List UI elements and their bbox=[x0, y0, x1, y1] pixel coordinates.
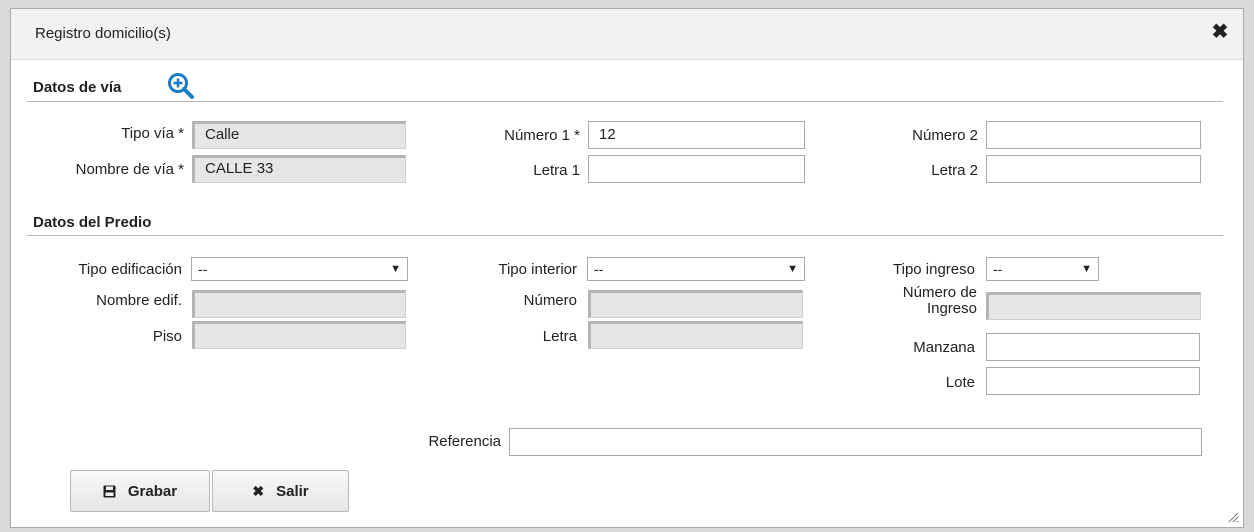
manzana-input[interactable] bbox=[986, 333, 1200, 361]
registro-domicilio-dialog: Registro domicilio(s) ✖ Datos de vía Tip… bbox=[10, 8, 1244, 528]
salir-button[interactable]: ✖ Salir bbox=[212, 470, 349, 512]
close-icon: ✖ bbox=[252, 482, 265, 499]
chevron-down-icon: ▼ bbox=[1081, 263, 1092, 275]
letra-label: Letra bbox=[542, 328, 577, 345]
nombre-edif-field[interactable] bbox=[192, 290, 406, 318]
section-divider bbox=[27, 235, 1223, 236]
numero-ingreso-label: Número de Ingreso bbox=[902, 284, 977, 317]
nombre-via-field[interactable]: CALLE 33 bbox=[192, 155, 406, 183]
close-icon[interactable]: ✖ bbox=[1209, 21, 1231, 43]
salir-label: Salir bbox=[276, 482, 309, 500]
nombre-via-label: Nombre de vía * bbox=[75, 161, 184, 178]
grabar-button[interactable]: Grabar bbox=[70, 470, 210, 512]
section-title-datos-predio: Datos del Predio bbox=[33, 214, 152, 231]
referencia-input[interactable] bbox=[509, 428, 1202, 456]
nombre-edif-label: Nombre edif. bbox=[96, 292, 182, 309]
dialog-titlebar[interactable]: Registro domicilio(s) ✖ bbox=[11, 9, 1243, 60]
numero2-input[interactable] bbox=[986, 121, 1201, 149]
section-divider bbox=[27, 101, 1223, 102]
piso-label: Piso bbox=[152, 328, 182, 345]
numero1-label: Número 1 * bbox=[504, 127, 580, 144]
resize-handle-icon[interactable] bbox=[1227, 511, 1239, 523]
tipo-edificacion-select[interactable]: -- ▼ bbox=[191, 257, 408, 281]
grabar-label: Grabar bbox=[127, 482, 178, 500]
zoom-in-icon[interactable] bbox=[166, 71, 196, 101]
tipo-via-field[interactable]: Calle bbox=[192, 121, 406, 149]
tipo-ingreso-label: Tipo ingreso bbox=[893, 261, 975, 278]
letra2-label: Letra 2 bbox=[931, 162, 978, 179]
numero2-label: Número 2 bbox=[912, 127, 978, 144]
chevron-down-icon: ▼ bbox=[390, 263, 401, 275]
letra-field[interactable] bbox=[588, 321, 803, 349]
chevron-down-icon: ▼ bbox=[787, 263, 798, 275]
tipo-edificacion-value: -- bbox=[198, 261, 208, 277]
letra1-label: Letra 1 bbox=[533, 162, 580, 179]
numero-ingreso-field[interactable] bbox=[986, 292, 1201, 320]
piso-field[interactable] bbox=[192, 321, 406, 349]
tipo-via-label: Tipo vía * bbox=[121, 125, 184, 142]
dialog-title: Registro domicilio(s) bbox=[35, 25, 171, 42]
tipo-edificacion-label: Tipo edificación bbox=[78, 261, 182, 278]
numero-label: Número bbox=[523, 292, 577, 309]
manzana-label: Manzana bbox=[913, 339, 975, 356]
tipo-interior-value: -- bbox=[594, 261, 604, 277]
letra1-input[interactable] bbox=[588, 155, 805, 183]
numero-field[interactable] bbox=[588, 290, 803, 318]
numero1-input[interactable]: 12 bbox=[588, 121, 805, 149]
save-icon bbox=[103, 485, 116, 497]
tipo-ingreso-value: -- bbox=[993, 261, 1003, 277]
tipo-interior-label: Tipo interior bbox=[498, 261, 577, 278]
tipo-interior-select[interactable]: -- ▼ bbox=[587, 257, 805, 281]
letra2-input[interactable] bbox=[986, 155, 1201, 183]
lote-input[interactable] bbox=[986, 367, 1200, 395]
tipo-ingreso-select[interactable]: -- ▼ bbox=[986, 257, 1099, 281]
lote-label: Lote bbox=[945, 374, 975, 391]
section-title-datos-via: Datos de vía bbox=[33, 79, 122, 96]
referencia-label: Referencia bbox=[428, 433, 501, 450]
